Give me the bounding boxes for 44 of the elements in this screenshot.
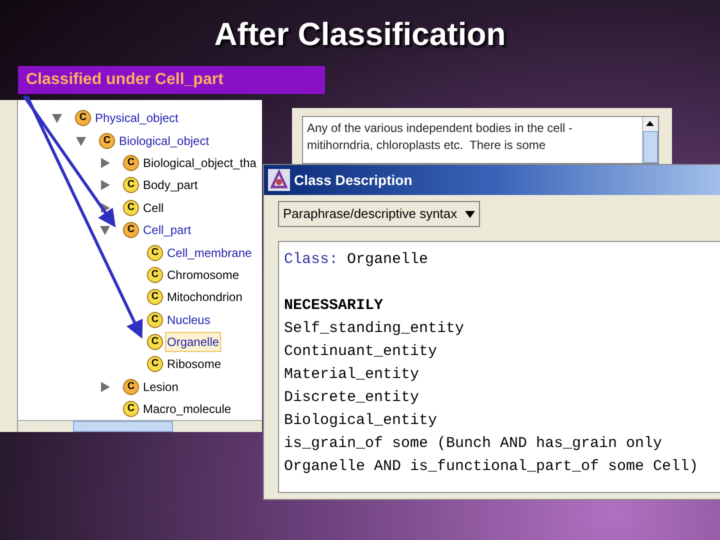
- callout-label: Classified under Cell_part: [18, 66, 325, 94]
- class-icon: C: [147, 312, 163, 328]
- class-keyword: Class:: [284, 250, 338, 270]
- tree-item[interactable]: Cell_membrane: [165, 242, 254, 263]
- comment-text: mitihorndria, chloroplasts etc. There is some: [307, 137, 547, 154]
- tree-item[interactable]: Body_part: [141, 175, 200, 196]
- description-line: Discrete_entity: [284, 388, 420, 408]
- tree-item[interactable]: Physical_object: [93, 108, 180, 128]
- class-icon: C: [123, 177, 139, 194]
- class-icon: C: [147, 356, 163, 372]
- description-line: Organelle AND is_functional_part_of some Cell): [284, 457, 700, 477]
- class-icon: C: [147, 289, 163, 306]
- tree-item[interactable]: Biological_object: [117, 130, 212, 151]
- tree-item[interactable]: Cell_part: [141, 220, 194, 240]
- comment-text: Any of the various independent bodies in the cell -: [307, 120, 574, 137]
- description-line: Continuant_entity: [284, 342, 438, 362]
- class-icon: C: [99, 132, 115, 149]
- class-icon: C: [123, 154, 139, 171]
- tree-item[interactable]: Lesion: [141, 376, 180, 397]
- tree-item[interactable]: Biological_object_tha: [141, 152, 258, 173]
- tree-item[interactable]: Mitochondrion: [165, 287, 244, 308]
- tree-item[interactable]: Nucleus: [165, 310, 212, 330]
- class-icon: C: [123, 200, 139, 216]
- class-icon: C: [147, 334, 163, 350]
- description-line: is_grain_of some (Bunch AND has_grain only: [284, 434, 664, 454]
- description-line: Biological_entity: [284, 411, 438, 431]
- necessarily-heading: NECESSARILY: [284, 296, 384, 316]
- syntax-dropdown[interactable]: Paraphrase/descriptive syntax: [278, 201, 480, 227]
- slide-title: After Classification: [214, 15, 506, 54]
- class-icon: C: [123, 378, 139, 395]
- tree-item[interactable]: Organelle: [165, 332, 222, 352]
- class-icon: C: [147, 244, 163, 261]
- class-icon: C: [75, 110, 91, 126]
- class-icon: C: [123, 401, 139, 418]
- class-icon: C: [123, 222, 139, 238]
- description-line: Self_standing_entity: [284, 319, 466, 339]
- class-icon: C: [147, 266, 163, 283]
- tree-item[interactable]: Chromosome: [165, 264, 242, 285]
- tree-item[interactable]: Cell: [141, 198, 166, 218]
- description-line: Material_entity: [284, 365, 420, 385]
- tree-item[interactable]: Macro_molecule: [141, 399, 234, 420]
- window-title: Class Description: [294, 170, 412, 190]
- class-name: Organelle: [347, 250, 428, 270]
- tree-item[interactable]: Ribosome: [165, 354, 224, 374]
